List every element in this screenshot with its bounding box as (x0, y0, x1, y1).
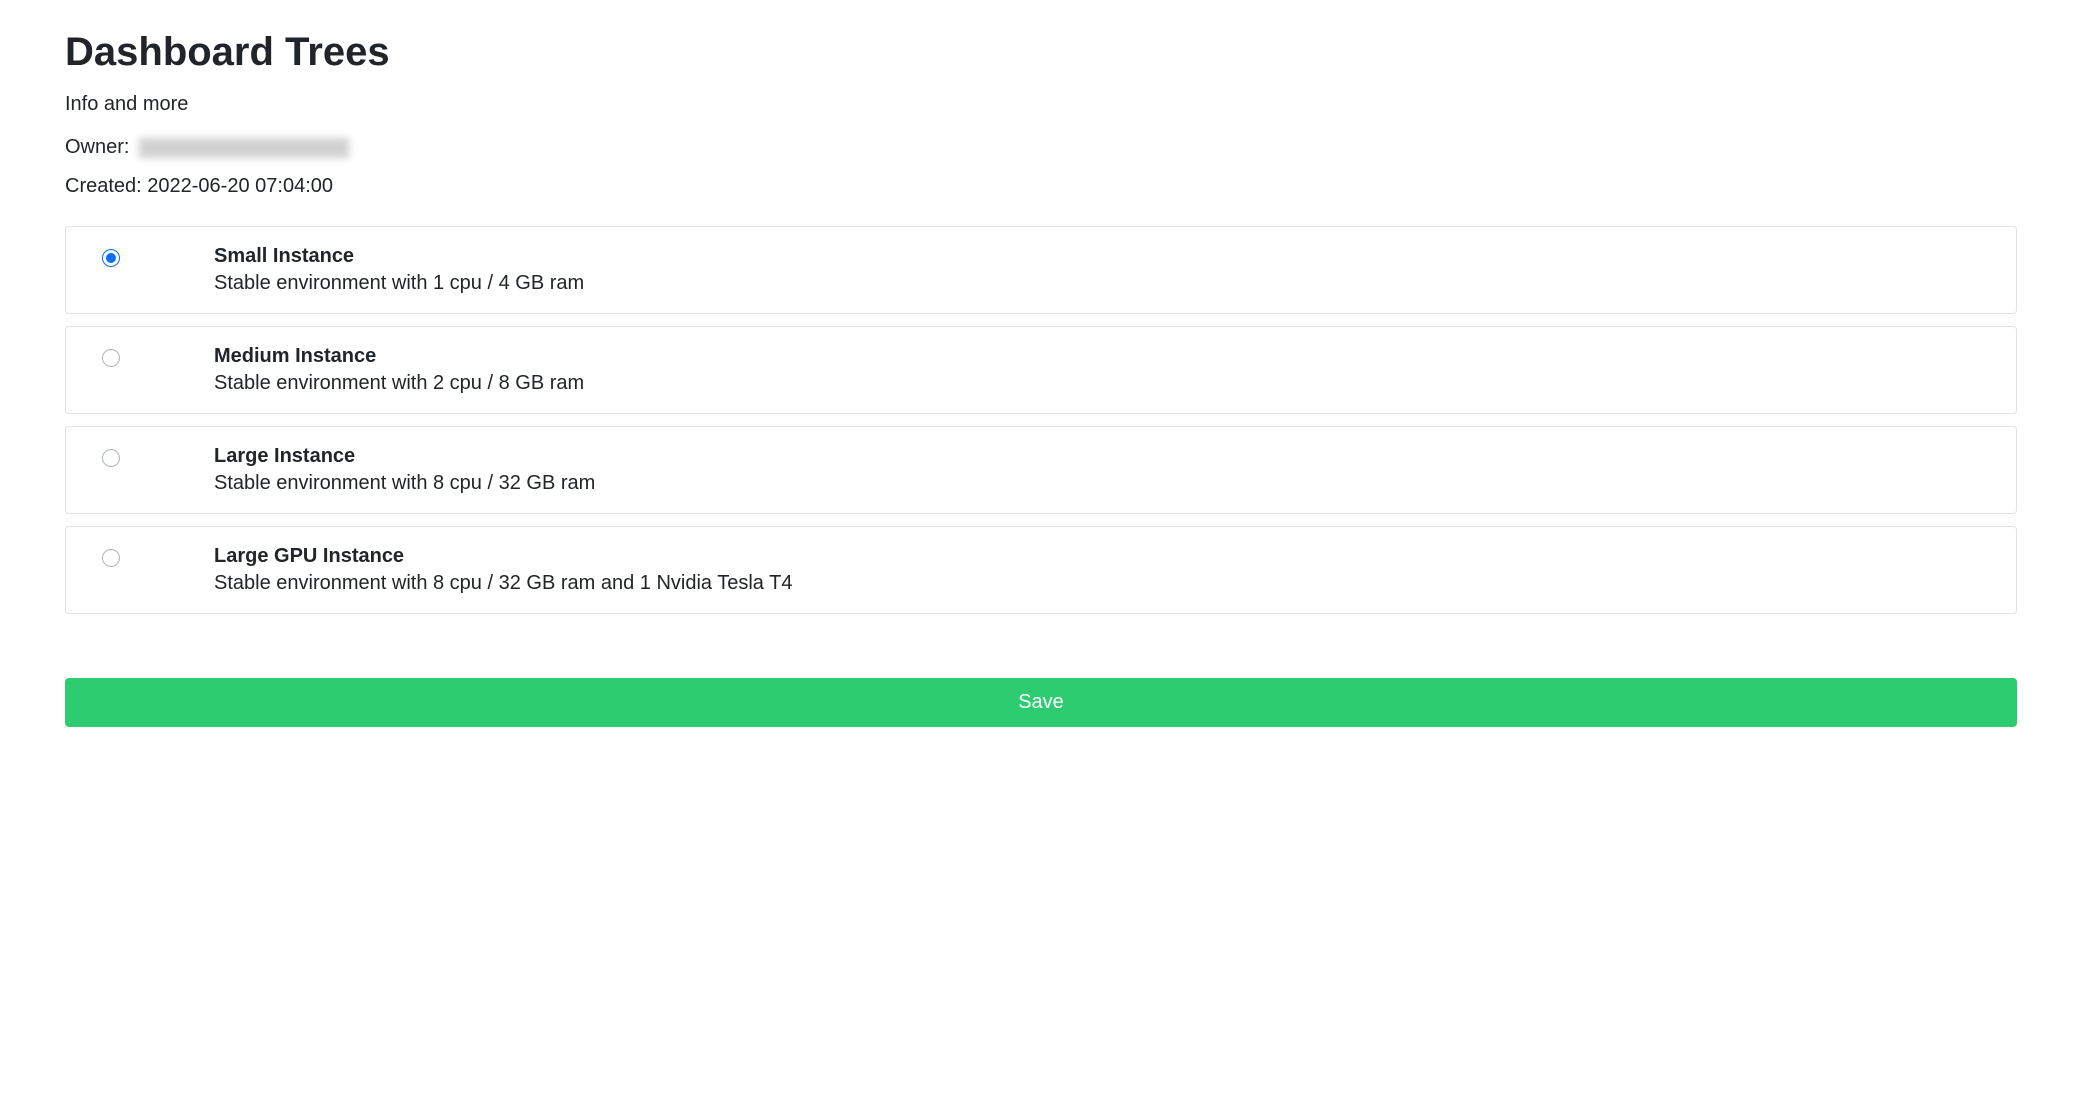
instance-option-medium[interactable]: Medium Instance Stable environment with … (65, 326, 2017, 414)
option-description: Stable environment with 2 cpu / 8 GB ram (214, 372, 1980, 395)
instance-option-large-gpu[interactable]: Large GPU Instance Stable environment wi… (65, 526, 2017, 614)
instance-option-large[interactable]: Large Instance Stable environment with 8… (65, 426, 2017, 514)
option-title: Large Instance (214, 445, 1980, 468)
option-title: Medium Instance (214, 345, 1980, 368)
option-title: Small Instance (214, 245, 1980, 268)
radio-input-medium[interactable] (102, 349, 120, 367)
option-description: Stable environment with 8 cpu / 32 GB ra… (214, 472, 1980, 495)
radio-wrap (102, 345, 214, 367)
radio-wrap (102, 445, 214, 467)
option-text: Small Instance Stable environment with 1… (214, 245, 1980, 295)
created-value: 2022-06-20 07:04:00 (147, 175, 333, 197)
instance-options-list: Small Instance Stable environment with 1… (65, 226, 2017, 614)
owner-label: Owner: (65, 136, 129, 158)
option-description: Stable environment with 1 cpu / 4 GB ram (214, 272, 1980, 295)
created-line: Created: 2022-06-20 07:04:00 (65, 175, 2017, 198)
option-description: Stable environment with 8 cpu / 32 GB ra… (214, 572, 1980, 595)
save-button[interactable]: Save (65, 678, 2017, 727)
option-title: Large GPU Instance (214, 545, 1980, 568)
page-title: Dashboard Trees (65, 30, 2017, 75)
created-label: Created: (65, 175, 142, 197)
option-text: Large GPU Instance Stable environment wi… (214, 545, 1980, 595)
radio-wrap (102, 545, 214, 567)
owner-line: Owner: (65, 136, 2017, 159)
instance-option-small[interactable]: Small Instance Stable environment with 1… (65, 226, 2017, 314)
owner-value-redacted (139, 138, 349, 158)
radio-input-small[interactable] (102, 249, 120, 267)
radio-input-large-gpu[interactable] (102, 549, 120, 567)
option-text: Medium Instance Stable environment with … (214, 345, 1980, 395)
radio-input-large[interactable] (102, 449, 120, 467)
radio-wrap (102, 245, 214, 267)
page-subtitle: Info and more (65, 93, 2017, 116)
option-text: Large Instance Stable environment with 8… (214, 445, 1980, 495)
